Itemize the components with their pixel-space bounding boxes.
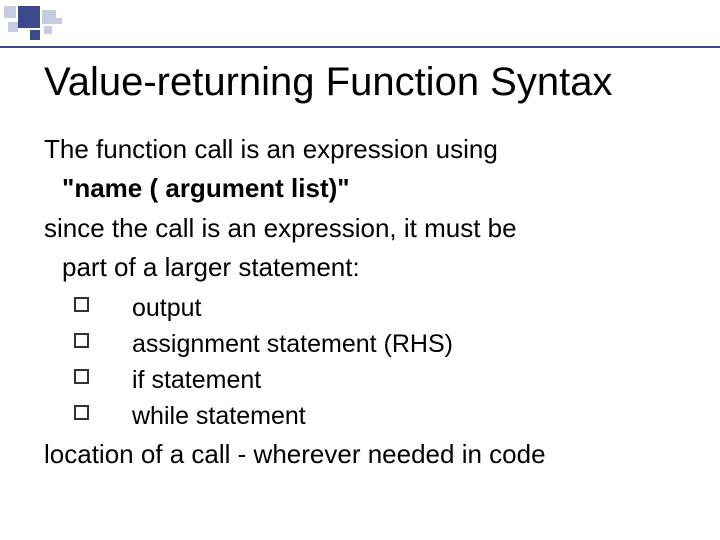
slide-content: Value-returning Function Syntax The func… <box>44 60 690 477</box>
slide-title: Value-returning Function Syntax <box>44 60 690 105</box>
list-item: assignment statement (RHS) <box>74 326 690 362</box>
list-item: while statement <box>74 398 690 434</box>
checkbox-icon <box>74 405 89 420</box>
list-item-label: if statement <box>132 366 261 394</box>
checkbox-icon <box>74 333 89 348</box>
bullet-list: output assignment statement (RHS) if sta… <box>44 290 690 434</box>
checkbox-icon <box>74 297 89 312</box>
list-item: if statement <box>74 362 690 398</box>
body-text: The function call is an expression using… <box>44 133 690 471</box>
list-item-label: assignment statement (RHS) <box>132 330 453 358</box>
horizontal-rule <box>0 46 720 48</box>
list-item: output <box>74 290 690 326</box>
intro-line-1: The function call is an expression using <box>44 133 690 166</box>
intro-line-4: part of a larger statement: <box>44 251 690 284</box>
footer-line: location of a call - wherever needed in … <box>44 438 690 471</box>
intro-line-2: "name ( argument list)" <box>44 172 690 205</box>
slide: Value-returning Function Syntax The func… <box>0 0 720 540</box>
list-item-label: output <box>132 294 202 322</box>
list-item-label: while statement <box>132 402 306 430</box>
checkbox-icon <box>74 369 89 384</box>
intro-line-3: since the call is an expression, it must… <box>44 212 690 245</box>
corner-decoration <box>0 6 150 42</box>
